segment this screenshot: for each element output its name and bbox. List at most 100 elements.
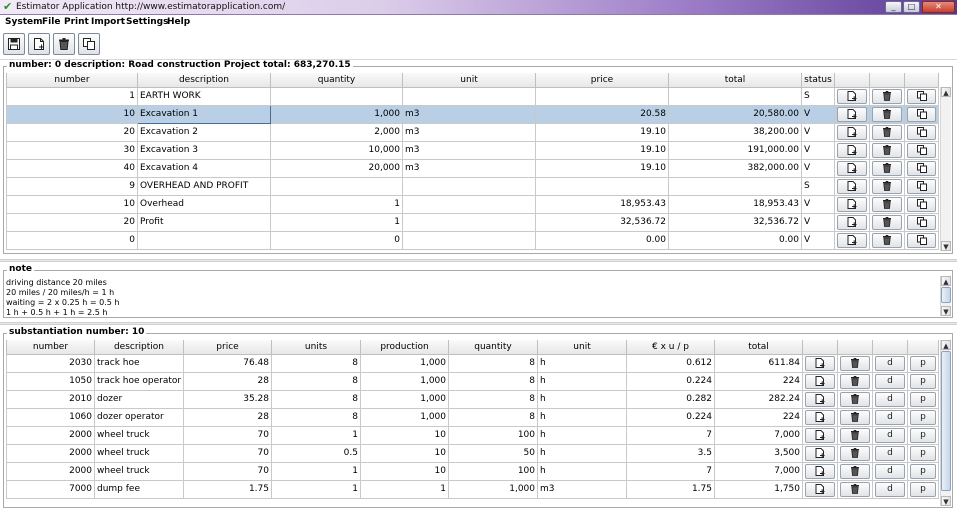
cell-units[interactable]: 1 bbox=[271, 425, 361, 445]
cell-number[interactable]: 2000 bbox=[6, 461, 95, 481]
cell-total[interactable]: 382,000.00 bbox=[668, 158, 802, 178]
col-description[interactable]: description bbox=[94, 340, 184, 355]
save-button[interactable] bbox=[3, 33, 25, 55]
cell-total[interactable]: 224 bbox=[714, 371, 803, 391]
maximize-button[interactable]: □ bbox=[903, 1, 920, 13]
copy-button[interactable] bbox=[907, 142, 936, 158]
table-row[interactable]: 1050 track hoe operator 28 8 1,000 8 h 0.224 224… bbox=[6, 371, 939, 391]
delete-button[interactable] bbox=[872, 214, 902, 230]
cell-quantity[interactable]: 8 bbox=[448, 389, 538, 409]
cell-description[interactable]: Excavation 1 bbox=[137, 104, 271, 124]
table-row[interactable]: 7000 dump fee 1.75 1 1 1,000 m3 1.75 1,750 d p bbox=[6, 479, 939, 499]
cell-unit[interactable]: h bbox=[537, 425, 627, 445]
cell-number[interactable]: 10 bbox=[6, 104, 138, 124]
col-quantity[interactable]: quantity bbox=[270, 73, 403, 88]
cell-quantity[interactable] bbox=[270, 176, 403, 196]
edit-button[interactable] bbox=[837, 178, 867, 194]
cell-number[interactable]: 2010 bbox=[6, 389, 95, 409]
copy-button[interactable] bbox=[907, 232, 936, 248]
cell-total[interactable]: 32,536.72 bbox=[668, 212, 802, 232]
cell-number[interactable]: 1060 bbox=[6, 407, 95, 427]
cell-total[interactable] bbox=[668, 86, 802, 106]
cell-quantity[interactable]: 10,000 bbox=[270, 140, 403, 160]
cell-status[interactable]: S bbox=[801, 176, 835, 196]
cell-price[interactable]: 19.10 bbox=[535, 158, 669, 178]
cell-quantity[interactable]: 8 bbox=[448, 407, 538, 427]
table-row[interactable]: 20 Profit 1 32,536.72 32,536.72 V bbox=[6, 212, 939, 232]
table-row[interactable]: 10 Overhead 1 18,953.43 18,953.43 V bbox=[6, 194, 939, 214]
cell-price[interactable] bbox=[535, 86, 669, 106]
copy-button[interactable] bbox=[907, 88, 936, 104]
cell-quantity[interactable]: 8 bbox=[448, 371, 538, 391]
cell-total[interactable]: 611.84 bbox=[714, 353, 803, 373]
edit-button[interactable] bbox=[805, 481, 835, 497]
cell-total[interactable] bbox=[668, 176, 802, 196]
edit-button[interactable] bbox=[805, 409, 835, 425]
split-divider[interactable] bbox=[0, 322, 957, 325]
delete-button[interactable] bbox=[53, 33, 75, 55]
p-button[interactable]: p bbox=[910, 373, 936, 389]
cell-quantity[interactable]: 1,000 bbox=[270, 104, 403, 124]
table-row[interactable]: 2000 wheel truck 70 1 10 100 h 7 7,000 d p bbox=[6, 461, 939, 481]
delete-button[interactable] bbox=[872, 160, 902, 176]
cell-number[interactable]: 2030 bbox=[6, 353, 95, 373]
cell-eup[interactable]: 3.5 bbox=[626, 443, 715, 463]
d-button[interactable]: d bbox=[875, 409, 905, 425]
cell-number[interactable]: 30 bbox=[6, 140, 138, 160]
cell-unit[interactable] bbox=[402, 86, 536, 106]
cell-number[interactable]: 2000 bbox=[6, 425, 95, 445]
col-total[interactable]: total bbox=[668, 73, 802, 88]
cell-total[interactable]: 1,750 bbox=[714, 479, 803, 499]
p-button[interactable]: p bbox=[910, 355, 936, 371]
cell-unit[interactable]: h bbox=[537, 443, 627, 463]
copy-button[interactable] bbox=[907, 124, 936, 140]
col-total[interactable]: total bbox=[714, 340, 803, 355]
delete-button[interactable] bbox=[840, 463, 870, 479]
cell-quantity[interactable]: 20,000 bbox=[270, 158, 403, 178]
edit-button[interactable] bbox=[837, 160, 867, 176]
edit-button[interactable] bbox=[837, 232, 867, 248]
cell-units[interactable]: 8 bbox=[271, 353, 361, 373]
delete-button[interactable] bbox=[840, 373, 870, 389]
cell-production[interactable]: 1,000 bbox=[360, 371, 449, 391]
cell-total[interactable]: 18,953.43 bbox=[668, 194, 802, 214]
delete-button[interactable] bbox=[840, 445, 870, 461]
cell-units[interactable]: 1 bbox=[271, 461, 361, 481]
d-button[interactable]: d bbox=[875, 463, 905, 479]
cell-unit[interactable]: m3 bbox=[402, 104, 536, 124]
d-button[interactable]: d bbox=[875, 427, 905, 443]
cell-production[interactable]: 1,000 bbox=[360, 389, 449, 409]
scroll-up-icon[interactable]: ▲ bbox=[941, 340, 951, 350]
cell-number[interactable]: 0 bbox=[6, 230, 138, 250]
scroll-thumb[interactable] bbox=[941, 351, 951, 491]
cell-price[interactable]: 28 bbox=[183, 407, 272, 427]
delete-button[interactable] bbox=[840, 409, 870, 425]
cell-total[interactable]: 7,000 bbox=[714, 461, 803, 481]
cell-number[interactable]: 1050 bbox=[6, 371, 95, 391]
cell-number[interactable]: 20 bbox=[6, 122, 138, 142]
table-row[interactable]: 1060 dozer operator 28 8 1,000 8 h 0.224 224 d p bbox=[6, 407, 939, 427]
cell-quantity[interactable]: 1 bbox=[270, 194, 403, 214]
col-unit[interactable]: unit bbox=[537, 340, 627, 355]
note-scrollbar[interactable]: ▲ ▼ bbox=[940, 276, 951, 316]
cell-units[interactable]: 8 bbox=[271, 407, 361, 427]
cell-total[interactable]: 3,500 bbox=[714, 443, 803, 463]
d-button[interactable]: d bbox=[875, 391, 905, 407]
cell-price[interactable] bbox=[535, 176, 669, 196]
edit-button[interactable] bbox=[837, 106, 867, 122]
cell-description[interactable]: OVERHEAD AND PROFIT bbox=[137, 176, 271, 196]
delete-button[interactable] bbox=[840, 355, 870, 371]
col-description[interactable]: description bbox=[137, 73, 271, 88]
cell-number[interactable]: 7000 bbox=[6, 479, 95, 499]
cell-number[interactable]: 20 bbox=[6, 212, 138, 232]
close-button[interactable]: ✕ bbox=[922, 1, 955, 13]
cell-quantity[interactable]: 2,000 bbox=[270, 122, 403, 142]
cell-unit[interactable]: h bbox=[537, 353, 627, 373]
table-row[interactable]: 2000 wheel truck 70 0.5 10 50 h 3.5 3,500 d p bbox=[6, 443, 939, 463]
cell-price[interactable]: 76.48 bbox=[183, 353, 272, 373]
copy-button[interactable] bbox=[907, 160, 936, 176]
delete-button[interactable] bbox=[872, 232, 902, 248]
cell-total[interactable]: 224 bbox=[714, 407, 803, 427]
cell-unit[interactable] bbox=[402, 194, 536, 214]
cell-price[interactable]: 19.10 bbox=[535, 122, 669, 142]
